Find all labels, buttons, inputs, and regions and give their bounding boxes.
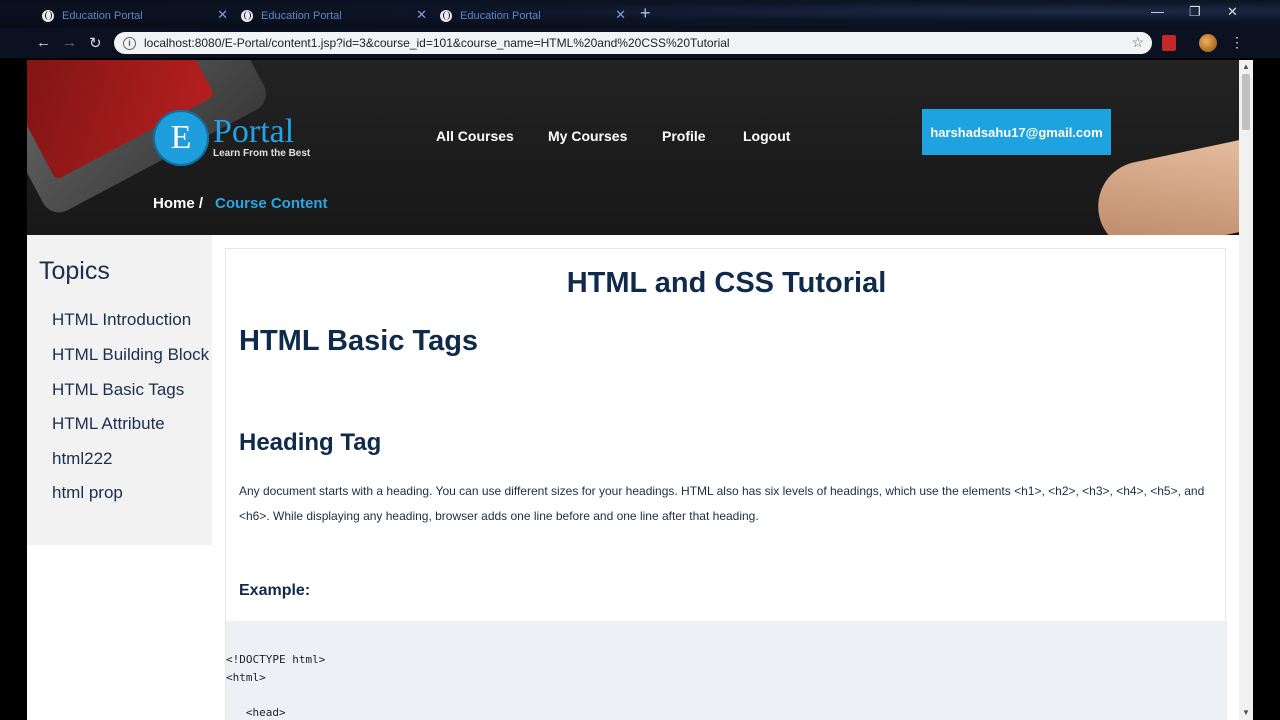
scroll-up-icon[interactable]: ▲ <box>1242 62 1250 71</box>
sidebar-item-html-introduction[interactable]: HTML Introduction <box>52 310 191 330</box>
reload-icon[interactable]: ↻ <box>89 34 102 52</box>
nav-all-courses[interactable]: All Courses <box>436 128 514 144</box>
tab-title: Education Portal <box>62 10 143 22</box>
hand-decoration <box>1089 130 1239 235</box>
tab-close-icon[interactable]: ✕ <box>615 7 626 23</box>
section-paragraph: Any document starts with a heading. You … <box>239 484 1205 523</box>
browser-address-bar: ← → ↻ i localhost:8080/E-Portal/content1… <box>0 28 1280 58</box>
nav-profile[interactable]: Profile <box>662 128 706 144</box>
page-scrollbar[interactable]: ▲ ▼ <box>1239 60 1253 720</box>
profile-avatar[interactable] <box>1199 34 1217 52</box>
browser-tab-bar: Education Portal ✕ Education Portal ✕ Ed… <box>0 0 1280 28</box>
sidebar-item-html222[interactable]: html222 <box>52 449 112 469</box>
tab-close-icon[interactable]: ✕ <box>416 7 427 23</box>
nav-my-courses[interactable]: My Courses <box>548 128 627 144</box>
globe-icon <box>440 10 452 22</box>
globe-icon <box>241 10 253 22</box>
restore-icon[interactable]: ❐ <box>1189 4 1201 20</box>
topic-title: HTML Basic Tags <box>239 325 479 357</box>
pdf-extension-icon[interactable] <box>1162 35 1176 51</box>
sidebar-item-html-prop[interactable]: html prop <box>52 483 123 503</box>
tab-close-icon[interactable]: ✕ <box>217 7 228 23</box>
back-icon[interactable]: ← <box>36 34 51 51</box>
site-logo[interactable]: E Portal Learn From the Best <box>153 110 310 166</box>
scrollbar-thumb[interactable] <box>1242 74 1250 130</box>
globe-icon <box>42 10 54 22</box>
nav-logout[interactable]: Logout <box>743 128 790 144</box>
sidebar-item-html-basic-tags[interactable]: HTML Basic Tags <box>52 380 184 400</box>
course-title: HTML and CSS Tutorial <box>566 267 887 299</box>
url-bar[interactable]: i localhost:8080/E-Portal/content1.jsp?i… <box>114 32 1152 54</box>
code-example: <!DOCTYPE html> <html> <head> <box>226 621 1227 720</box>
sidebar-item-html-building-block[interactable]: HTML Building Block <box>52 345 209 365</box>
logo-circle: E <box>153 110 209 166</box>
breadcrumb-home[interactable]: Home / <box>153 195 203 212</box>
header-banner: E Portal Learn From the Best All Courses… <box>27 60 1239 235</box>
forward-icon[interactable]: → <box>62 34 77 51</box>
page-viewport: E Portal Learn From the Best All Courses… <box>27 60 1239 720</box>
new-tab-button[interactable]: + <box>640 3 651 24</box>
sidebar-title: Topics <box>39 257 110 285</box>
section-title: Heading Tag <box>239 429 382 456</box>
scroll-down-icon[interactable]: ▼ <box>1242 708 1250 717</box>
code-text: <!DOCTYPE html> <html> <head> <box>226 653 326 719</box>
topics-sidebar: Topics HTML Introduction HTML Building B… <box>27 235 212 545</box>
minimize-icon[interactable]: — <box>1151 4 1164 19</box>
browser-tab-2[interactable]: Education Portal ✕ <box>235 4 433 28</box>
logo-brand: Portal <box>213 112 295 150</box>
example-label: Example: <box>239 582 311 599</box>
window-close-icon[interactable]: ✕ <box>1227 4 1238 20</box>
browser-tab-1[interactable]: Education Portal ✕ <box>36 4 234 28</box>
breadcrumb-current: Course Content <box>215 195 328 212</box>
tab-title: Education Portal <box>460 10 541 22</box>
user-email-button[interactable]: harshadsahu17@gmail.com <box>922 109 1111 155</box>
browser-menu-icon[interactable]: ⋮ <box>1230 34 1244 51</box>
tab-title: Education Portal <box>261 10 342 22</box>
bookmark-star-icon[interactable]: ☆ <box>1131 34 1144 51</box>
browser-tab-3[interactable]: Education Portal ✕ <box>434 4 632 28</box>
info-icon[interactable]: i <box>123 36 136 50</box>
url-text: localhost:8080/E-Portal/content1.jsp?id=… <box>144 36 730 50</box>
sidebar-item-html-attribute[interactable]: HTML Attribute <box>52 414 165 434</box>
logo-tagline: Learn From the Best <box>213 147 311 159</box>
content-card: HTML and CSS Tutorial HTML Basic Tags He… <box>225 248 1227 720</box>
